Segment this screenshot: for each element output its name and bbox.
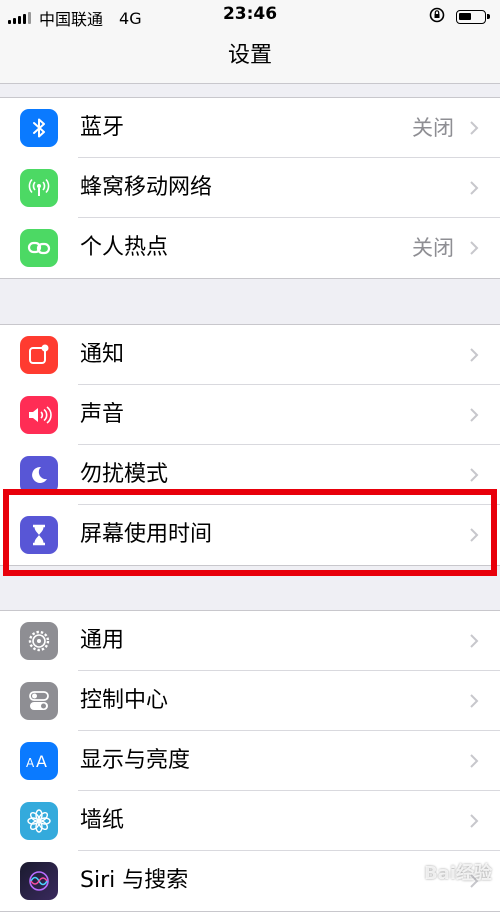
clock: 23:46 xyxy=(222,4,278,24)
chevron-right-icon xyxy=(470,814,479,828)
settings-row-label: Siri 与搜索 xyxy=(80,868,189,893)
settings-row-cellular[interactable]: 蜂窝移动网络 xyxy=(0,158,500,218)
speaker-icon xyxy=(20,396,58,434)
chevron-right-icon xyxy=(470,121,479,135)
watermark: Bai经验 xyxy=(423,863,492,884)
settings-row-label: 蓝牙 xyxy=(80,115,125,140)
chevron-right-icon xyxy=(470,348,479,362)
svg-text:A: A xyxy=(36,752,47,771)
chevron-right-icon xyxy=(470,241,479,255)
settings-row-hotspot[interactable]: 个人热点 关闭 xyxy=(0,218,500,278)
settings-row-label: 个人热点 xyxy=(80,235,169,260)
gear-icon xyxy=(20,622,58,660)
settings-row-sounds[interactable]: 声音 xyxy=(0,385,500,445)
settings-row-notifications[interactable]: 通知 xyxy=(0,325,500,385)
settings-row-label: 蜂窝移动网络 xyxy=(80,175,213,200)
settings-row-screen-time[interactable]: 屏幕使用时间 xyxy=(0,505,500,565)
settings-group-connectivity: 蓝牙 关闭 蜂窝移动网络 个人热点 关闭 xyxy=(0,97,500,279)
moon-icon xyxy=(20,456,58,494)
settings-row-label: 通用 xyxy=(80,628,125,653)
status-bar: 中国联通 4G 23:46 xyxy=(0,0,500,30)
settings-row-label: 声音 xyxy=(80,402,125,427)
settings-row-value: 关闭 xyxy=(412,236,454,260)
settings-row-label: 勿扰模式 xyxy=(80,462,169,487)
settings-row-wallpaper[interactable]: 墙纸 xyxy=(0,791,500,851)
hotspot-icon xyxy=(20,229,58,267)
settings-row-label: 控制中心 xyxy=(80,688,169,713)
chevron-right-icon xyxy=(470,528,479,542)
chevron-right-icon xyxy=(470,181,479,195)
settings-group-notifications: 通知 声音 勿扰模式 屏幕使用时间 xyxy=(0,324,500,566)
toggles-icon xyxy=(20,682,58,720)
battery-icon xyxy=(456,10,490,24)
svg-text:A: A xyxy=(26,756,35,770)
settings-row-label: 通知 xyxy=(80,342,125,367)
settings-row-do-not-disturb[interactable]: 勿扰模式 xyxy=(0,445,500,505)
settings-row-label: 显示与亮度 xyxy=(80,748,191,773)
page-title: 设置 xyxy=(227,43,272,68)
settings-row-general[interactable]: 通用 xyxy=(0,611,500,671)
chevron-right-icon xyxy=(470,754,479,768)
chevron-right-icon xyxy=(470,408,479,422)
settings-row-display[interactable]: AA 显示与亮度 xyxy=(0,731,500,791)
settings-row-value: 关闭 xyxy=(412,116,454,140)
settings-row-control-center[interactable]: 控制中心 xyxy=(0,671,500,731)
settings-row-label: 墙纸 xyxy=(80,808,125,833)
chevron-right-icon xyxy=(470,694,479,708)
settings-row-label: 屏幕使用时间 xyxy=(80,522,213,547)
navigation-bar: 设置 xyxy=(0,30,500,84)
rotation-lock-icon xyxy=(428,6,446,28)
flower-icon xyxy=(20,802,58,840)
antenna-icon xyxy=(20,169,58,207)
settings-row-bluetooth[interactable]: 蓝牙 关闭 xyxy=(0,98,500,158)
hourglass-icon xyxy=(20,516,58,554)
bluetooth-icon xyxy=(20,109,58,147)
chevron-right-icon xyxy=(470,634,479,648)
text-size-icon: AA xyxy=(20,742,58,780)
siri-icon xyxy=(20,862,58,900)
chevron-right-icon xyxy=(470,468,479,482)
notification-icon xyxy=(20,336,58,374)
